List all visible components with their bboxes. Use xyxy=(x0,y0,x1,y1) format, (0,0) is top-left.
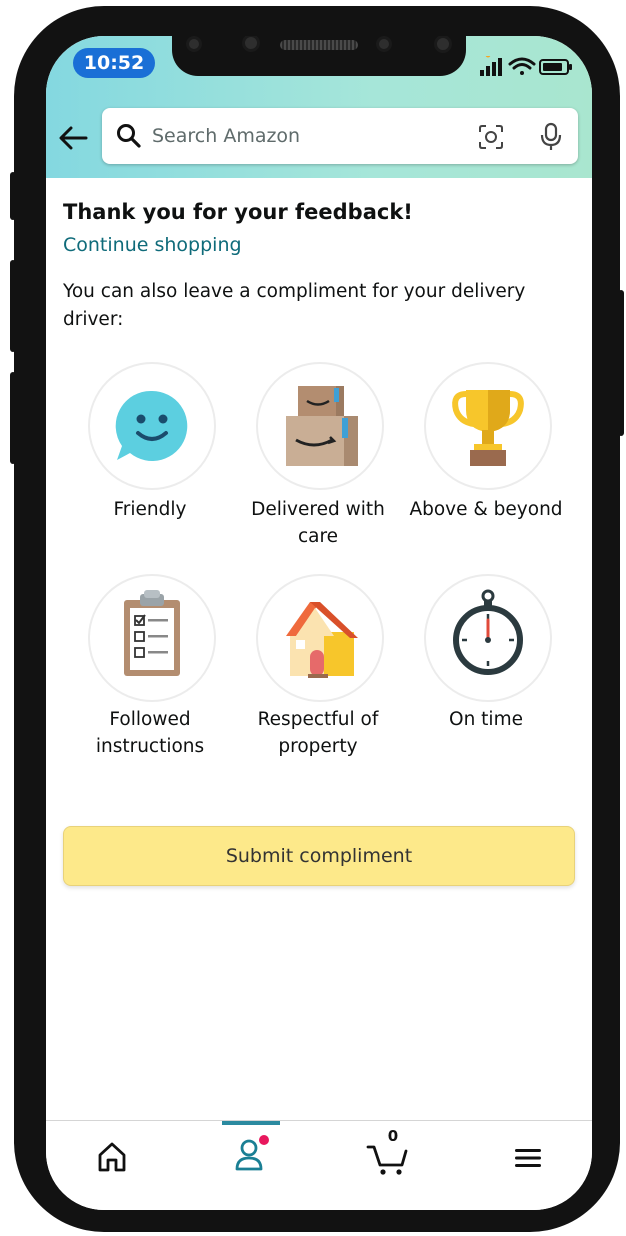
camera-scan-icon xyxy=(479,125,503,149)
compliment-description: You can also leave a compliment for your… xyxy=(63,281,526,330)
screen: 10:52 Search Amazon Thank you for your f… xyxy=(46,36,592,1210)
wifi-icon xyxy=(508,57,536,75)
menu-icon xyxy=(515,1149,541,1167)
continue-shopping-link[interactable]: Continue shopping xyxy=(63,234,242,256)
status-icons xyxy=(478,52,578,78)
earpiece-speaker xyxy=(280,40,358,50)
nav-menu-button[interactable] xyxy=(512,1143,544,1173)
phone-mute-switch xyxy=(10,172,16,220)
compliment-option-followed-instructions[interactable] xyxy=(88,574,216,702)
page-title: Thank you for your feedback! xyxy=(63,200,413,224)
account-icon xyxy=(235,1135,269,1171)
sensor-dot xyxy=(434,36,452,53)
search-bar[interactable] xyxy=(102,108,578,164)
phone-volume-up xyxy=(10,260,16,352)
cart-icon xyxy=(366,1145,408,1175)
notification-dot xyxy=(259,1135,269,1145)
stopwatch-icon xyxy=(453,589,523,675)
nav-account-button[interactable] xyxy=(232,1133,272,1177)
phone-power-button xyxy=(618,290,624,436)
cart-count-badge: 0 xyxy=(387,1127,399,1145)
home-icon xyxy=(98,1142,126,1172)
front-camera xyxy=(376,36,392,52)
back-button[interactable] xyxy=(56,124,92,152)
submit-compliment-button[interactable]: Submit compliment xyxy=(63,826,575,886)
header-bar: 10:52 xyxy=(46,36,592,178)
compliment-option-friendly[interactable] xyxy=(88,362,216,490)
boxes-icon xyxy=(286,386,358,466)
compliment-label: On time xyxy=(449,709,523,730)
compliment-option-above-and-beyond[interactable] xyxy=(424,362,552,490)
compliment-label: Followed instructions xyxy=(95,709,205,757)
trophy-icon xyxy=(452,390,524,466)
bottom-nav: 0 xyxy=(46,1120,592,1210)
notch xyxy=(172,36,466,76)
compliment-label: Delivered with care xyxy=(251,499,385,547)
nav-cart-button[interactable] xyxy=(366,1141,412,1177)
compliment-option-delivered-with-care[interactable] xyxy=(256,362,384,490)
phone-volume-down xyxy=(10,372,16,464)
compliment-label: Respectful of property xyxy=(257,709,379,757)
clipboard-checklist-icon xyxy=(124,590,180,676)
smiley-icon xyxy=(115,390,188,461)
privacy-indicator-dot xyxy=(485,52,491,58)
compliment-option-respectful-of-property[interactable] xyxy=(256,574,384,702)
compliment-label: Above & beyond xyxy=(409,499,563,520)
compliment-label: Friendly xyxy=(113,499,187,520)
sensor-dot xyxy=(186,36,202,52)
status-time: 10:52 xyxy=(73,48,155,78)
active-tab-indicator xyxy=(222,1121,280,1125)
signal-icon xyxy=(480,58,502,76)
back-arrow-icon xyxy=(59,126,88,150)
house-icon xyxy=(286,602,358,678)
search-input[interactable] xyxy=(152,122,452,150)
nav-home-button[interactable] xyxy=(94,1139,130,1175)
battery-icon xyxy=(539,59,572,75)
search-icon xyxy=(117,124,141,148)
microphone-icon xyxy=(540,122,562,150)
compliment-option-on-time[interactable] xyxy=(424,574,552,702)
sensor-dot xyxy=(242,36,260,52)
